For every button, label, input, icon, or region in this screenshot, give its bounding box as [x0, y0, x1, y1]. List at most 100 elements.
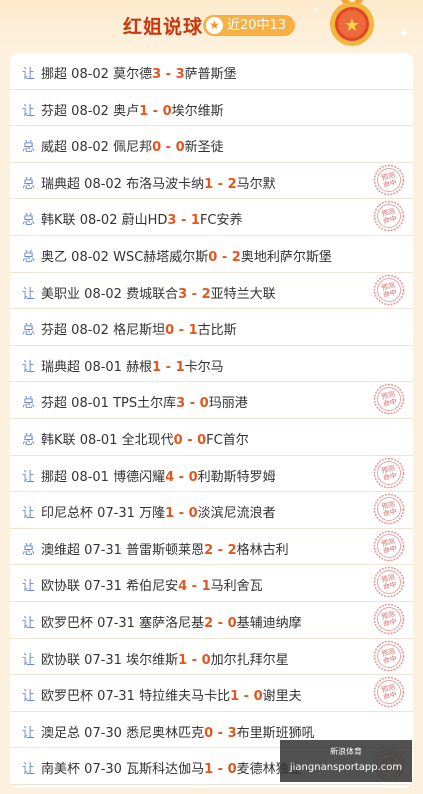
- away-team: 亚特兰大联: [210, 286, 276, 302]
- home-score: 3: [152, 67, 162, 82]
- home-team: TPS土尔库: [113, 396, 177, 412]
- score-separator: -: [174, 506, 189, 522]
- list-item[interactable]: 让美职业 08-02 费城联合3 - 2亚特兰大联 预测 命中: [10, 273, 413, 310]
- medal-icon: ★: [330, 0, 374, 46]
- away-score: 0: [188, 506, 198, 522]
- away-team: FC安养: [199, 213, 243, 229]
- hit-stamp-icon: 预测命中: [373, 274, 405, 305]
- home-score: 0: [173, 433, 183, 448]
- home-team: 佩尼邦: [113, 140, 153, 156]
- bet-type-tag: 让: [22, 689, 36, 705]
- svg-text:★: ★: [344, 15, 360, 36]
- score-separator: -: [161, 67, 176, 82]
- list-item[interactable]: 总奥乙 08-02 WSC赫塔威尔斯0 - 2奥地利萨尔斯堡: [10, 236, 413, 273]
- home-team: WSC赫塔威尔斯: [113, 250, 209, 265]
- score-separator: -: [239, 689, 254, 705]
- match-date: 08-02: [71, 67, 109, 82]
- away-score: 0: [175, 140, 185, 156]
- match-text: 总澳维超 07-31 普雷斯顿莱恩2 - 2格林古利: [22, 539, 289, 558]
- home-team: 塞萨洛尼基: [139, 616, 205, 631]
- list-item[interactable]: 总威超 08-02 佩尼邦0 - 0新圣徒: [10, 126, 413, 163]
- bet-type-tag: 让: [22, 103, 36, 119]
- away-team: 萨普斯堡: [184, 67, 237, 82]
- match-text: 让挪超 08-01 博德闪耀4 - 0利勒斯特罗姆: [22, 466, 276, 485]
- away-score: 0: [199, 396, 209, 412]
- record-badge: ★ 近20中13: [203, 15, 295, 36]
- score-separator: -: [213, 616, 228, 631]
- away-score: 1: [201, 579, 211, 595]
- list-item[interactable]: 总芬超 08-01 TPS土尔库3 - 0玛丽港 预测 命中: [10, 382, 413, 419]
- score-separator: -: [185, 396, 200, 412]
- list-item[interactable]: 让欧罗巴杯 07-31 特拉维夫马卡比1 - 0谢里夫 预测 命中: [10, 675, 413, 712]
- away-score: 0: [227, 762, 237, 778]
- home-score: 3: [178, 286, 188, 302]
- match-text: 让印尼总杯 07-31 万隆1 - 0淡滨尼流浪者: [22, 502, 276, 521]
- match-text: 让欧协联 07-31 埃尔维斯1 - 0加尔扎拜尔星: [22, 649, 289, 668]
- list-item[interactable]: 总澳维超 07-31 普雷斯顿莱恩2 - 2格林古利 预测 命中: [10, 529, 413, 566]
- away-score: 0: [197, 433, 207, 448]
- bet-type-tag: 总: [22, 323, 36, 339]
- list-item[interactable]: 让欧协联 07-31 希伯尼安4 - 1马利舍瓦 预测 命中: [10, 565, 413, 602]
- away-score: 2: [227, 176, 237, 192]
- home-score: 1: [139, 103, 149, 119]
- away-team: 基辅迪纳摩: [236, 616, 302, 631]
- away-team: 布里斯班狮吼: [236, 725, 315, 741]
- list-item[interactable]: 让瑞典超 08-01 赫根1 - 1卡尔马: [10, 346, 413, 383]
- match-date: 08-02: [84, 286, 122, 302]
- match-text: 让欧罗巴杯 07-31 塞萨洛尼基2 - 0基辅迪纳摩: [22, 612, 302, 631]
- page-title: 红姐说球: [123, 16, 204, 38]
- list-item[interactable]: 让挪超 08-01 博德闪耀4 - 0利勒斯特罗姆 预测 命中: [10, 456, 413, 493]
- bet-type-tag: 让: [22, 67, 36, 82]
- match-date: 07-31: [97, 689, 135, 705]
- match-date: 08-02: [71, 103, 109, 119]
- hit-stamp-icon: 预测命中: [373, 457, 405, 488]
- list-item[interactable]: 让芬超 08-02 奥卢1 - 0埃尔维斯: [10, 90, 413, 127]
- list-item[interactable]: 总芬超 08-02 格尼斯坦0 - 1古比斯: [10, 309, 413, 346]
- hit-stamp-icon: 预测命中: [373, 603, 405, 635]
- score-separator: -: [213, 725, 228, 741]
- league: 挪超: [41, 469, 68, 485]
- away-score: 1: [190, 213, 200, 229]
- bet-type-tag: 让: [22, 762, 36, 778]
- match-date: 08-02: [71, 323, 109, 339]
- list-item[interactable]: 让欧罗巴杯 07-31 塞萨洛尼基2 - 0基辅迪纳摩 预测 命中: [10, 602, 413, 639]
- hit-stamp-icon: 预测命中: [373, 201, 405, 232]
- score-separator: -: [187, 286, 202, 302]
- home-score: 0: [165, 323, 175, 339]
- bet-type-tag: 让: [22, 286, 36, 302]
- list-item[interactable]: 让印尼总杯 07-31 万隆1 - 0淡滨尼流浪者 预测 命中: [10, 492, 413, 529]
- home-team: 全北现代: [121, 433, 174, 448]
- prediction-list: 让挪超 08-02 莫尔德3 - 3萨普斯堡让芬超 08-02 奥卢1 - 0埃…: [10, 53, 413, 788]
- home-team: 悉尼奥林匹克: [126, 725, 205, 741]
- match-date: 08-02: [71, 250, 109, 265]
- watermark: 新浪体育 jiangnansportapp.com: [280, 740, 412, 782]
- bet-type-tag: 让: [22, 469, 36, 485]
- home-score: 1: [152, 359, 162, 375]
- list-item[interactable]: 总韩K联 08-01 全北现代0 - 0FC首尔: [10, 419, 413, 456]
- away-score: 0: [188, 469, 198, 485]
- list-item[interactable]: 总韩K联 08-02 蔚山HD3 - 1FC安养 预测 命中: [10, 199, 413, 236]
- home-score: 1: [178, 652, 188, 668]
- watermark-line2: jiangnansportapp.com: [289, 762, 403, 773]
- away-team: 利勒斯特罗姆: [197, 469, 276, 485]
- home-score: 1: [165, 506, 175, 522]
- league: 南美杯: [41, 762, 81, 778]
- match-text: 总奥乙 08-02 WSC赫塔威尔斯0 - 2奥地利萨尔斯堡: [22, 246, 332, 265]
- home-team: 博德闪耀: [113, 469, 166, 485]
- bet-type-tag: 让: [22, 359, 36, 375]
- score-separator: -: [174, 469, 189, 485]
- home-score: 1: [230, 689, 240, 705]
- league: 欧协联: [41, 652, 81, 668]
- bet-type-tag: 总: [22, 250, 36, 265]
- list-item[interactable]: 让欧协联 07-31 埃尔维斯1 - 0加尔扎拜尔星 预测 命中: [10, 639, 413, 676]
- match-text: 总瑞典超 08-02 布洛马波卡纳1 - 2马尔默: [22, 173, 276, 192]
- match-date: 08-02: [79, 213, 118, 229]
- away-team: 马尔默: [236, 176, 276, 192]
- match-text: 让澳足总 07-30 悉尼奥林匹克0 - 3布里斯班狮吼: [22, 722, 315, 741]
- list-item[interactable]: 让挪超 08-02 莫尔德3 - 3萨普斯堡: [10, 53, 413, 90]
- list-item[interactable]: 总瑞典超 08-02 布洛马波卡纳1 - 2马尔默 预测 命中: [10, 163, 413, 200]
- league: 芬超: [41, 323, 68, 339]
- away-team: 新圣徒: [184, 140, 224, 156]
- hit-stamp-icon: 预测命中: [373, 164, 405, 195]
- away-score: 0: [253, 689, 263, 705]
